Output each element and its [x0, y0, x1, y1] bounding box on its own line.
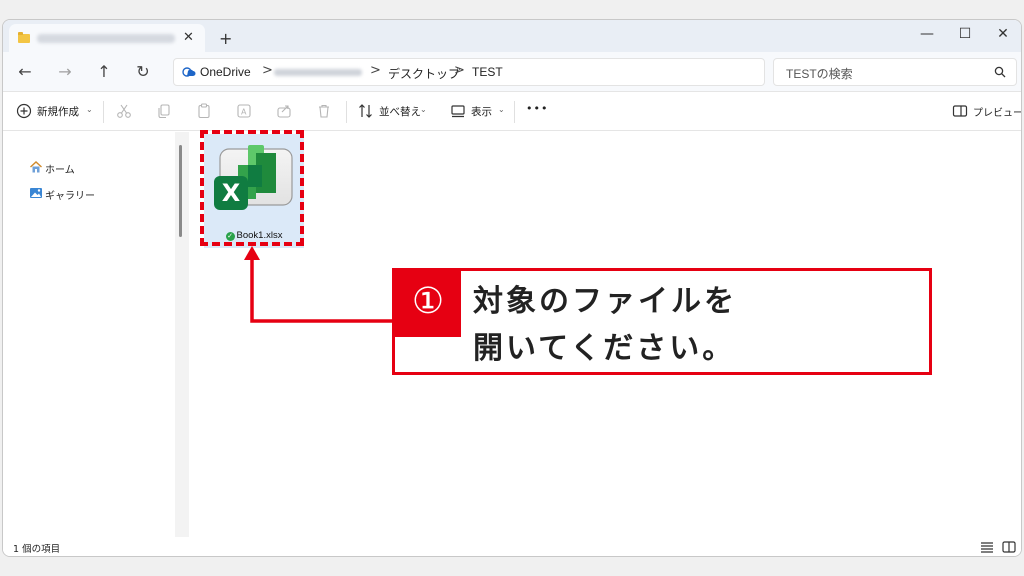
tiles-view-icon[interactable]	[1002, 541, 1016, 553]
gallery-icon	[30, 188, 42, 198]
add-circle-icon	[16, 103, 32, 119]
item-count: 1 個の項目	[13, 544, 61, 555]
cut-icon[interactable]	[115, 102, 133, 120]
nav-scrollbar[interactable]	[179, 145, 182, 237]
folder-icon	[18, 32, 30, 43]
chevron-down-icon: ⌄	[498, 105, 505, 114]
breadcrumb-separator[interactable]: >	[262, 63, 273, 78]
minimize-button[interactable]: —	[917, 26, 937, 42]
instruction-callout: ① 対象のファイルを 開いてください。	[392, 268, 932, 375]
new-button-label: 新規作成	[37, 106, 79, 118]
sort-icon	[359, 104, 372, 118]
rename-icon[interactable]: A	[235, 102, 253, 120]
toolbar-divider	[103, 101, 104, 123]
chevron-down-icon: ⌄	[420, 105, 427, 114]
home-icon	[30, 161, 42, 173]
status-bar: 1 個の項目	[3, 538, 1021, 556]
tab-current-folder[interactable]: ✕	[9, 24, 205, 52]
forward-button[interactable]: →	[53, 62, 77, 81]
view-button[interactable]: 表示 ⌄	[449, 93, 507, 131]
navigation-pane: ホーム ギャラリー	[3, 132, 189, 537]
view-icon	[451, 105, 465, 118]
highlight-dashed-box	[200, 130, 304, 246]
breadcrumb-separator[interactable]: >	[370, 63, 381, 78]
share-icon[interactable]	[275, 102, 293, 120]
breadcrumb-test[interactable]: TEST	[472, 65, 503, 79]
search-placeholder: TESTの検索	[786, 67, 853, 81]
instruction-line-1: 対象のファイルを	[473, 284, 737, 319]
details-view-icon[interactable]	[980, 541, 994, 553]
sidebar-item-label: ギャラリー	[45, 191, 95, 202]
search-box[interactable]: TESTの検索	[773, 58, 1017, 86]
paste-icon[interactable]	[195, 102, 213, 120]
breadcrumb-separator[interactable]: >	[454, 63, 465, 78]
search-icon[interactable]	[994, 66, 1006, 78]
up-button[interactable]: ↑	[92, 62, 116, 81]
preview-pane-button[interactable]: プレビュー	[951, 93, 1021, 131]
step-number: ①	[395, 271, 461, 337]
command-bar: 新規作成 ⌄ A 並べ替え ⌄ 表示 ⌄ ••• プレビュー	[3, 93, 1021, 131]
address-bar[interactable]: OneDrive > > デスクトップ > TEST	[173, 58, 765, 86]
more-options-button[interactable]: •••	[526, 102, 548, 115]
preview-pane-icon	[952, 105, 968, 117]
view-button-label: 表示	[471, 106, 492, 118]
trash-icon[interactable]	[315, 102, 333, 120]
breadcrumb-redacted[interactable]	[274, 69, 362, 76]
breadcrumb-desktop[interactable]: デスクトップ	[388, 65, 460, 82]
sort-button-label: 並べ替え	[379, 106, 421, 118]
tab-close-button[interactable]: ✕	[183, 30, 194, 45]
chevron-down-icon: ⌄	[86, 105, 93, 114]
title-bar: ✕ + — ☐ ✕	[3, 20, 1021, 52]
new-tab-button[interactable]: +	[219, 29, 232, 48]
maximize-button[interactable]: ☐	[955, 26, 975, 42]
toolbar-divider	[514, 101, 515, 123]
toolbar-divider	[346, 101, 347, 123]
close-window-button[interactable]: ✕	[993, 26, 1013, 42]
preview-button-label: プレビュー	[973, 108, 1022, 119]
nav-scroll-track[interactable]	[175, 132, 189, 537]
svg-text:A: A	[241, 108, 247, 117]
address-toolbar: ← → ↑ ↻ OneDrive > > デスクトップ > TEST TESTの…	[3, 52, 1021, 92]
instruction-line-2: 開いてください。	[473, 331, 736, 366]
copy-icon[interactable]	[155, 102, 173, 120]
tab-title-redacted	[37, 34, 175, 43]
back-button[interactable]: ←	[13, 62, 37, 81]
refresh-button[interactable]: ↻	[131, 62, 155, 81]
breadcrumb-onedrive[interactable]: OneDrive	[200, 65, 251, 79]
new-button[interactable]: 新規作成 ⌄	[15, 93, 95, 131]
sort-button[interactable]: 並べ替え ⌄	[357, 93, 431, 131]
sidebar-item-label: ホーム	[45, 165, 75, 176]
onedrive-icon	[182, 67, 196, 77]
